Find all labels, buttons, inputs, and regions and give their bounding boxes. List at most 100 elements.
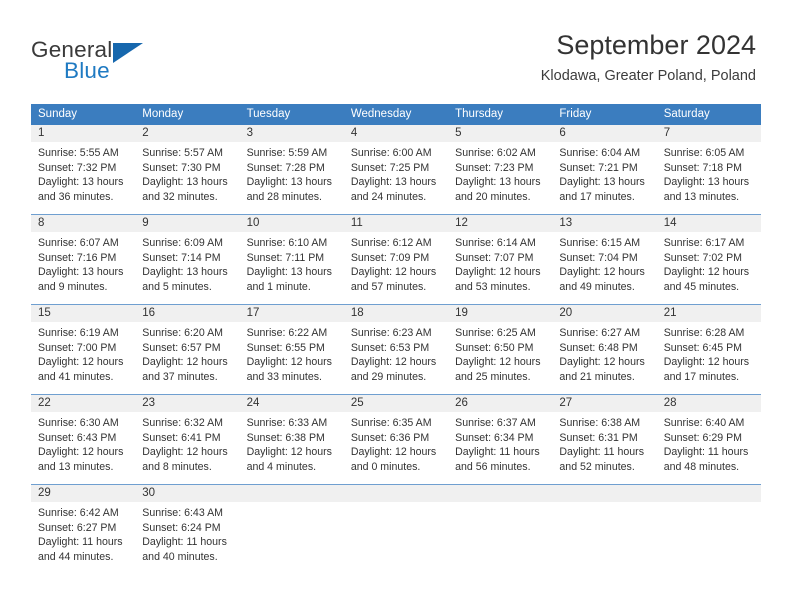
- day-cell[interactable]: Sunrise: 6:30 AM Sunset: 6:43 PM Daylight:…: [31, 412, 135, 484]
- day-number[interactable]: 28: [657, 395, 761, 412]
- day-info-line: and 13 minutes.: [663, 190, 740, 203]
- day-number[interactable]: 17: [240, 305, 344, 322]
- day-info-line: Daylight: 12 hours: [559, 356, 645, 369]
- day-info-line: Daylight: 11 hours: [663, 446, 749, 459]
- day-number[interactable]: 29: [31, 485, 135, 502]
- day-info-line: and 56 minutes.: [455, 460, 531, 473]
- day-cell[interactable]: Sunrise: 6:07 AM Sunset: 7:16 PM Daylight:…: [31, 232, 135, 304]
- day-info-line: Daylight: 13 hours: [663, 176, 750, 189]
- day-cell[interactable]: Sunrise: 6:27 AM Sunset: 6:48 PM Daylight:…: [552, 322, 656, 394]
- day-info-line: and 17 minutes.: [663, 370, 740, 383]
- weekday-header-tuesday: Tuesday: [246, 108, 291, 120]
- day-number[interactable]: 13: [552, 215, 656, 232]
- day-cell[interactable]: Sunrise: 6:35 AM Sunset: 6:36 PM Daylight:…: [344, 412, 448, 484]
- day-number[interactable]: 14: [657, 215, 761, 232]
- day-number[interactable]: 27: [552, 395, 656, 412]
- weekday-header-row: Sunday Monday Tuesday Wednesday Thursday Frid…: [31, 104, 761, 125]
- day-cell[interactable]: Sunrise: 6:22 AM Sunset: 6:55 PM Daylight:…: [240, 322, 344, 394]
- day-info-line: Sunset: 6:24 PM: [142, 521, 221, 534]
- day-number-empty: [552, 485, 656, 502]
- day-info-line: Sunset: 6:29 PM: [663, 431, 743, 444]
- day-number[interactable]: 2: [135, 125, 239, 142]
- page-title: September 2024: [556, 30, 756, 60]
- day-info-line: and 37 minutes.: [142, 370, 218, 383]
- day-info-line: and 40 minutes.: [142, 550, 218, 563]
- day-number[interactable]: 7: [657, 125, 761, 142]
- day-cell[interactable]: Sunrise: 5:57 AM Sunset: 7:30 PM Daylight:…: [135, 142, 239, 214]
- day-cell[interactable]: Sunrise: 6:02 AM Sunset: 7:23 PM Daylight:…: [448, 142, 552, 214]
- day-cell[interactable]: Sunrise: 6:00 AM Sunset: 7:25 PM Daylight:…: [344, 142, 448, 214]
- day-cell[interactable]: Sunrise: 6:42 AM Sunset: 6:27 PM Daylight:…: [31, 502, 135, 576]
- day-cell[interactable]: Sunrise: 6:33 AM Sunset: 6:38 PM Daylight:…: [240, 412, 344, 484]
- day-number-row: 8 9 10 11 12 13 14: [31, 215, 761, 232]
- day-info-line: Sunrise: 6:27 AM: [559, 327, 641, 339]
- day-info-line: Daylight: 12 hours: [350, 266, 437, 279]
- day-cell[interactable]: Sunrise: 6:12 AM Sunset: 7:09 PM Daylight:…: [344, 232, 448, 304]
- day-info-line: Sunset: 7:02 PM: [663, 251, 743, 264]
- day-number[interactable]: 22: [31, 395, 135, 412]
- day-cell[interactable]: Sunrise: 6:23 AM Sunset: 6:53 PM Daylight:…: [344, 322, 448, 394]
- day-info-line: Daylight: 12 hours: [663, 356, 750, 369]
- day-cell[interactable]: Sunrise: 5:55 AM Sunset: 7:32 PM Daylight:…: [31, 142, 135, 214]
- day-number[interactable]: 11: [344, 215, 448, 232]
- day-info-line: Daylight: 13 hours: [142, 176, 228, 189]
- day-cell[interactable]: Sunrise: 6:14 AM Sunset: 7:07 PM Daylight:…: [448, 232, 552, 304]
- day-cell[interactable]: Sunrise: 6:43 AM Sunset: 6:24 PM Daylight:…: [135, 502, 239, 576]
- day-info-line: and 48 minutes.: [663, 460, 740, 473]
- day-number[interactable]: 26: [448, 395, 552, 412]
- day-cell[interactable]: Sunrise: 6:38 AM Sunset: 6:31 PM Daylight:…: [552, 412, 656, 484]
- day-number[interactable]: 24: [240, 395, 344, 412]
- day-number[interactable]: 21: [657, 305, 761, 322]
- day-number[interactable]: 23: [135, 395, 239, 412]
- day-info-line: Daylight: 13 hours: [246, 176, 332, 189]
- day-cell[interactable]: Sunrise: 6:32 AM Sunset: 6:41 PM Daylight:…: [135, 412, 239, 484]
- day-info-line: Daylight: 13 hours: [38, 176, 124, 189]
- day-cell[interactable]: Sunrise: 6:25 AM Sunset: 6:50 PM Daylight:…: [448, 322, 552, 394]
- day-number[interactable]: 10: [240, 215, 344, 232]
- day-cell[interactable]: Sunrise: 6:37 AM Sunset: 6:34 PM Daylight:…: [448, 412, 552, 484]
- day-info-line: Daylight: 11 hours: [142, 536, 227, 549]
- day-cell[interactable]: Sunrise: 6:19 AM Sunset: 7:00 PM Daylight:…: [31, 322, 135, 394]
- day-number[interactable]: 19: [448, 305, 552, 322]
- day-info-line: Sunset: 6:41 PM: [142, 431, 221, 444]
- day-number[interactable]: 12: [448, 215, 552, 232]
- day-number[interactable]: 30: [135, 485, 239, 502]
- day-info-line: Sunrise: 6:04 AM: [559, 147, 641, 159]
- day-detail-row: Sunrise: 6:30 AM Sunset: 6:43 PM Daylight:…: [31, 412, 761, 484]
- day-cell-empty: [657, 502, 761, 576]
- day-cell[interactable]: Sunrise: 6:10 AM Sunset: 7:11 PM Daylight:…: [240, 232, 344, 304]
- day-number[interactable]: 20: [552, 305, 656, 322]
- day-number[interactable]: 8: [31, 215, 135, 232]
- brand-logo[interactable]: General Blue: [31, 37, 211, 89]
- day-number[interactable]: 5: [448, 125, 552, 142]
- calendar-week-row: 29 30 Sunrise: 6:42 AM Sunset: 6:27 PM Dayli…: [31, 484, 761, 576]
- day-cell[interactable]: Sunrise: 5:59 AM Sunset: 7:28 PM Daylight:…: [240, 142, 344, 214]
- day-cell[interactable]: Sunrise: 6:15 AM Sunset: 7:04 PM Daylight:…: [552, 232, 656, 304]
- day-number[interactable]: 15: [31, 305, 135, 322]
- day-number[interactable]: 3: [240, 125, 344, 142]
- day-info-line: Daylight: 12 hours: [38, 446, 124, 459]
- day-cell[interactable]: Sunrise: 6:09 AM Sunset: 7:14 PM Daylight:…: [135, 232, 239, 304]
- day-info-line: Sunrise: 6:37 AM: [455, 417, 536, 429]
- day-cell[interactable]: Sunrise: 6:40 AM Sunset: 6:29 PM Daylight:…: [657, 412, 761, 484]
- day-number[interactable]: 1: [31, 125, 135, 142]
- day-cell[interactable]: Sunrise: 6:17 AM Sunset: 7:02 PM Daylight:…: [657, 232, 761, 304]
- day-info-line: Sunrise: 6:07 AM: [38, 237, 119, 249]
- day-cell[interactable]: Sunrise: 6:04 AM Sunset: 7:21 PM Daylight:…: [552, 142, 656, 214]
- day-cell[interactable]: Sunrise: 6:05 AM Sunset: 7:18 PM Daylight:…: [657, 142, 761, 214]
- day-number[interactable]: 25: [344, 395, 448, 412]
- calendar-week-row: 15 16 17 18 19 20 21 Sunrise: 6:19 AM Sunset: 7:…: [31, 304, 761, 394]
- day-number[interactable]: 4: [344, 125, 448, 142]
- day-number-row: 22 23 24 25 26 27 28: [31, 395, 761, 412]
- day-info-line: and 45 minutes.: [663, 280, 740, 293]
- day-cell[interactable]: Sunrise: 6:20 AM Sunset: 6:57 PM Daylight:…: [135, 322, 239, 394]
- day-info-line: Daylight: 12 hours: [142, 356, 228, 369]
- day-number[interactable]: 16: [135, 305, 239, 322]
- day-info-line: Daylight: 11 hours: [455, 446, 540, 459]
- day-number[interactable]: 18: [344, 305, 448, 322]
- day-number[interactable]: 9: [135, 215, 239, 232]
- day-info-line: Sunset: 7:30 PM: [142, 161, 221, 174]
- day-number[interactable]: 6: [552, 125, 656, 142]
- day-info-line: and 13 minutes.: [38, 460, 114, 473]
- day-cell[interactable]: Sunrise: 6:28 AM Sunset: 6:45 PM Daylight:…: [657, 322, 761, 394]
